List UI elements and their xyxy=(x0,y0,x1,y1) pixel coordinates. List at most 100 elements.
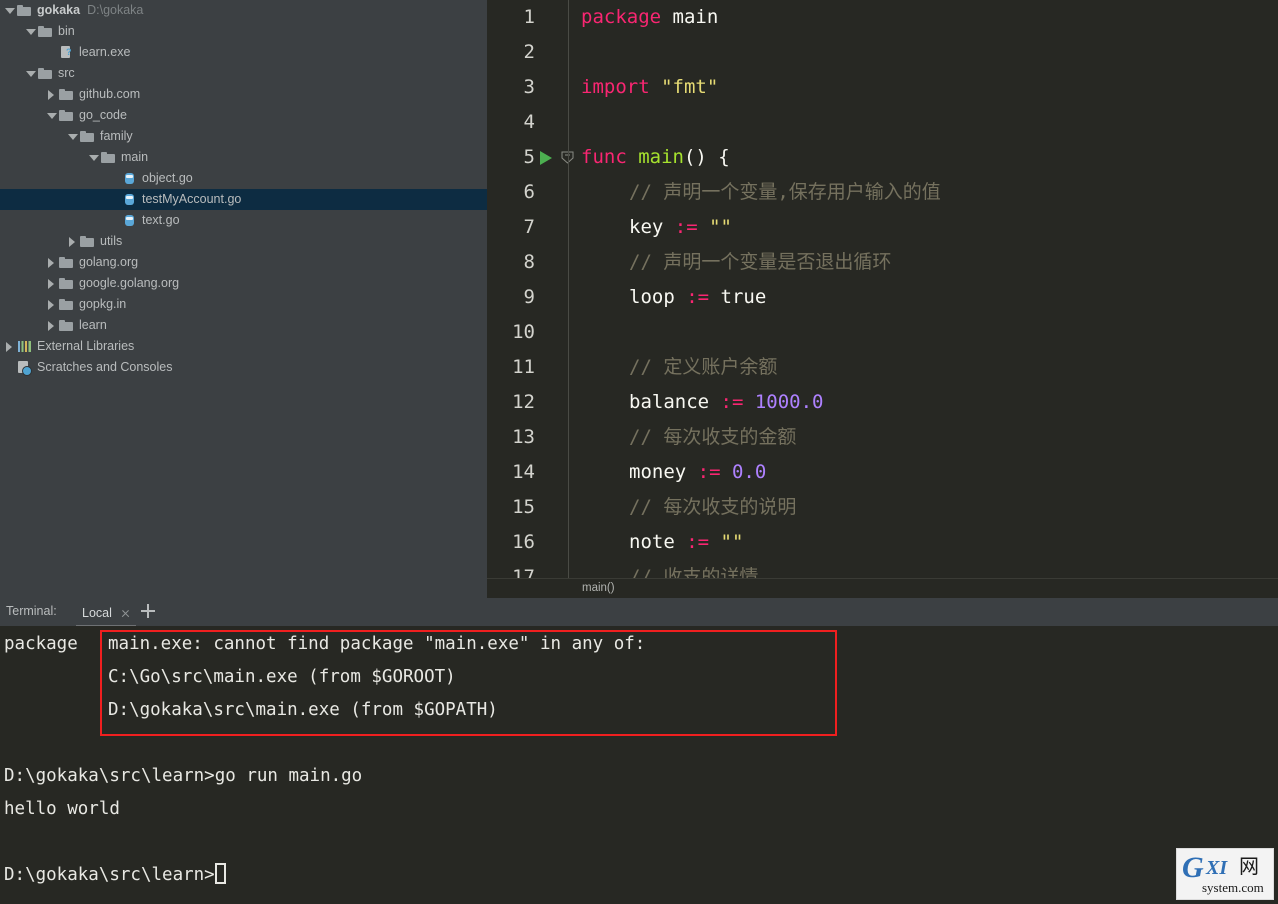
breadcrumb[interactable]: main() xyxy=(582,582,615,594)
tree-item-label: learn.exe xyxy=(79,45,131,59)
code-line[interactable]: 14 money := 0.0 xyxy=(487,455,1278,490)
code-line[interactable]: 13 // 每次收支的金额 xyxy=(487,420,1278,455)
go-file-icon xyxy=(122,213,137,228)
code-token: // 每次收支的金额 xyxy=(629,426,797,448)
tree-item-gopkg-in[interactable]: gopkg.in xyxy=(0,294,487,315)
run-play-icon[interactable] xyxy=(540,151,552,165)
tree-item-learn[interactable]: learn xyxy=(0,315,487,336)
tree-item-main[interactable]: main xyxy=(0,147,487,168)
code-line[interactable]: 10 xyxy=(487,315,1278,350)
code-line[interactable]: 17 // 收支的详情 xyxy=(487,560,1278,578)
tree-item-text-go[interactable]: text.go xyxy=(0,210,487,231)
line-number: 9 xyxy=(523,286,535,308)
tree-item-bin[interactable]: bin xyxy=(0,21,487,42)
chevron-right-icon[interactable] xyxy=(67,236,78,247)
code-line[interactable]: 4 xyxy=(487,105,1278,140)
code-token: // 声明一个变量是否退出循环 xyxy=(629,251,892,273)
plus-icon[interactable] xyxy=(141,603,155,619)
code-text: import "fmt" xyxy=(581,70,718,105)
terminal-tab-local[interactable]: Local xyxy=(76,601,136,627)
tree-item-utils[interactable]: utils xyxy=(0,231,487,252)
chevron-down-icon[interactable] xyxy=(4,5,15,16)
code-line[interactable]: 7 key := "" xyxy=(487,210,1278,245)
chevron-right-icon[interactable] xyxy=(46,257,57,268)
tree-item-label: github.com xyxy=(79,87,141,101)
terminal-prompt-line[interactable]: D:\gokaka\src\learn> xyxy=(4,859,226,892)
code-line[interactable]: 15 // 每次收支的说明 xyxy=(487,490,1278,525)
code-token: "" xyxy=(709,216,732,238)
gutter-separator xyxy=(568,385,569,420)
chevron-right-icon[interactable] xyxy=(4,341,15,352)
tree-item-label: External Libraries xyxy=(37,339,135,353)
tree-item-external-libraries[interactable]: External Libraries xyxy=(0,336,487,357)
tree-item-object-go[interactable]: object.go xyxy=(0,168,487,189)
watermark-cn: 网 xyxy=(1239,854,1259,878)
tree-item-gokaka[interactable]: gokaka D:\gokaka xyxy=(0,0,487,21)
chevron-right-icon[interactable] xyxy=(46,299,57,310)
code-text: // 声明一个变量,保存用户输入的值 xyxy=(629,175,941,210)
scratches-icon xyxy=(17,360,32,376)
terminal-output[interactable]: package main.exe: cannot find package "m… xyxy=(0,626,1278,904)
watermark-g: G xyxy=(1182,851,1204,884)
line-number: 13 xyxy=(512,426,535,448)
go-file-icon xyxy=(122,171,137,186)
gutter-separator xyxy=(568,420,569,455)
folder-icon xyxy=(59,108,74,123)
code-line[interactable]: 6 // 声明一个变量,保存用户输入的值 xyxy=(487,175,1278,210)
code-line[interactable]: 5 func main() { xyxy=(487,140,1278,175)
code-line[interactable]: 11 // 定义账户余额 xyxy=(487,350,1278,385)
code-token: package xyxy=(581,6,662,28)
chevron-down-icon[interactable] xyxy=(25,68,36,79)
folder-icon xyxy=(17,3,32,18)
close-icon[interactable] xyxy=(121,609,130,618)
watermark-xi: XI xyxy=(1206,857,1228,879)
tree-item-label: Scratches and Consoles xyxy=(37,360,173,374)
gutter-separator xyxy=(568,70,569,105)
tree-item-label: learn xyxy=(79,318,107,332)
chevron-right-icon[interactable] xyxy=(46,278,57,289)
terminal-output-line: D:\gokaka\src\learn>go run main.go xyxy=(4,766,363,786)
chevron-right-icon[interactable] xyxy=(46,320,57,331)
code-line[interactable]: 16 note := "" xyxy=(487,525,1278,560)
tree-item-google-golang-org[interactable]: google.golang.org xyxy=(0,273,487,294)
code-line[interactable]: 12 balance := 1000.0 xyxy=(487,385,1278,420)
terminal-error-line: D:\gokaka\src\main.exe (from $GOPATH) xyxy=(108,700,498,720)
chevron-down-icon[interactable] xyxy=(25,26,36,37)
tree-item-go-code[interactable]: go_code xyxy=(0,105,487,126)
tree-item-testmyaccount-go[interactable]: testMyAccount.go xyxy=(0,189,487,210)
chevron-down-icon[interactable] xyxy=(67,131,78,142)
chevron-right-icon[interactable] xyxy=(46,89,57,100)
tree-item-path: D:\gokaka xyxy=(87,3,144,17)
tree-item-learn-exe[interactable]: learn.exe xyxy=(0,42,487,63)
code-text: balance := 1000.0 xyxy=(629,385,824,420)
code-line[interactable]: 9 loop := true xyxy=(487,280,1278,315)
tree-item-golang-org[interactable]: golang.org xyxy=(0,252,487,273)
tree-item-family[interactable]: family xyxy=(0,126,487,147)
line-number: 3 xyxy=(523,76,535,98)
chevron-down-icon[interactable] xyxy=(46,110,57,121)
code-line[interactable]: 2 xyxy=(487,35,1278,70)
line-number: 15 xyxy=(512,496,535,518)
code-line[interactable]: 1 package main xyxy=(487,0,1278,35)
code-token: import xyxy=(581,76,650,98)
chevron-down-icon[interactable] xyxy=(88,152,99,163)
tree-item-src[interactable]: src xyxy=(0,63,487,84)
code-editor[interactable]: 1 package main 2 3 import "fmt" 4 5 func main()… xyxy=(487,0,1278,578)
gutter-separator xyxy=(568,175,569,210)
tree-item-scratches-and-consoles[interactable]: Scratches and Consoles xyxy=(0,357,487,378)
code-text: // 每次收支的金额 xyxy=(629,420,796,455)
code-line[interactable]: 8 // 声明一个变量是否退出循环 xyxy=(487,245,1278,280)
code-token: // 每次收支的说明 xyxy=(629,496,797,518)
project-tree-panel[interactable]: gokaka D:\gokaka bin learn.exe src github.com… xyxy=(0,0,487,598)
code-line[interactable]: 3 import "fmt" xyxy=(487,70,1278,105)
tree-item-github-com[interactable]: github.com xyxy=(0,84,487,105)
code-token: balance xyxy=(629,391,721,413)
